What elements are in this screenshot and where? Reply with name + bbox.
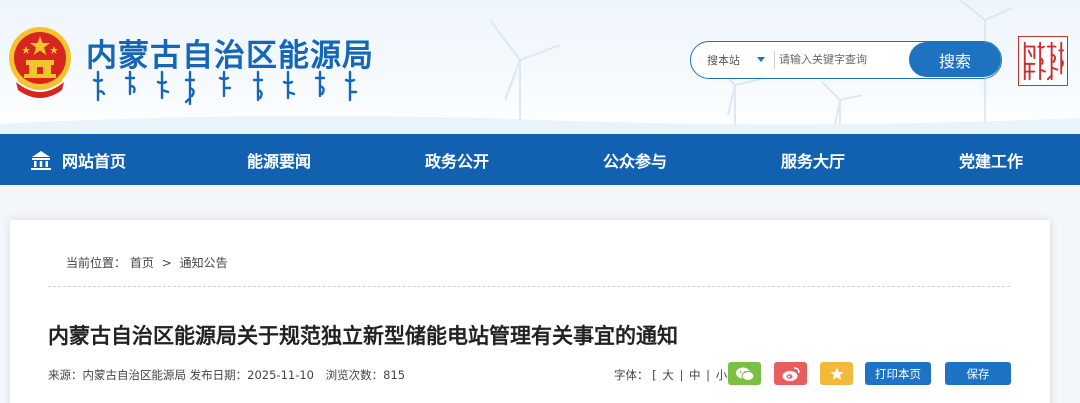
favorite-star-icon	[829, 367, 844, 380]
favorite-button[interactable]	[820, 362, 853, 385]
article-meta: 来源：内蒙古自治区能源局 发布日期：2025-11-10 浏览次数：815	[48, 367, 405, 383]
font-size-sep: |	[706, 368, 711, 382]
nav-item-home[interactable]: 网站首页	[30, 134, 126, 185]
breadcrumb: 当前位置： 首页 > 通知公告	[66, 254, 228, 271]
views-label: 浏览次数：	[325, 368, 384, 382]
date-label: 发布日期：	[189, 368, 248, 382]
save-button[interactable]: 保存	[945, 362, 1011, 385]
nav-item-label: 网站首页	[62, 151, 127, 171]
search-input[interactable]	[779, 42, 909, 77]
search-button[interactable]: 搜索	[909, 42, 1001, 77]
nav-item-public-participation[interactable]: 公众参与	[603, 134, 667, 185]
home-icon	[31, 150, 51, 170]
search-divider	[774, 51, 775, 69]
main-nav: 网站首页 能源要闻 政务公开 公众参与 服务大厅 党建工作	[0, 134, 1080, 185]
nav-item-label: 能源要闻	[247, 151, 312, 171]
date-value: 2025-11-10	[247, 368, 314, 382]
print-page-button[interactable]: 打印本页	[865, 362, 931, 385]
nav-item-label: 党建工作	[959, 151, 1024, 171]
font-size-small-link[interactable]: 小	[716, 368, 728, 382]
share-wechat-button[interactable]	[728, 362, 761, 385]
caret-down-icon[interactable]	[757, 57, 765, 62]
article-title: 内蒙古自治区能源局关于规范独立新型储能电站管理有关事宜的通知	[48, 324, 678, 348]
font-size-medium-link[interactable]: 中	[689, 368, 701, 382]
nav-item-energy-news[interactable]: 能源要闻	[247, 134, 311, 185]
search-box: 搜本站 搜索	[690, 41, 1002, 79]
nav-item-label: 政务公开	[425, 151, 490, 171]
national-emblem-icon	[9, 27, 71, 98]
font-size-large-link[interactable]: 大	[662, 368, 674, 382]
article-card: 当前位置： 首页 > 通知公告 内蒙古自治区能源局关于规范独立新型储能电站管理有…	[10, 220, 1050, 403]
font-size-open: [	[652, 368, 657, 382]
views-value: 815	[383, 368, 406, 382]
source-label: 来源：	[48, 368, 83, 382]
site-title: 内蒙古自治区能源局	[86, 38, 374, 74]
nav-item-service-hall[interactable]: 服务大厅	[781, 134, 845, 185]
nav-item-label: 公众参与	[603, 151, 668, 171]
nav-item-government-affairs[interactable]: 政务公开	[425, 134, 489, 185]
breadcrumb-prefix: 当前位置：	[66, 256, 127, 270]
breadcrumb-notices-link[interactable]: 通知公告	[180, 256, 228, 270]
search-scope-label: 搜本站	[707, 53, 740, 67]
share-weibo-button[interactable]	[774, 362, 807, 385]
breadcrumb-separator: >	[161, 256, 172, 270]
mongolian-script-logo	[92, 70, 358, 106]
source-value: 内蒙古自治区能源局	[82, 368, 187, 382]
divider	[48, 286, 1010, 287]
nav-item-party-building[interactable]: 党建工作	[959, 134, 1023, 185]
weibo-icon	[782, 366, 800, 381]
font-size-control: 字体： [ 大 | 中 | 小 ]	[614, 367, 737, 383]
site-header: 内蒙古自治区能源局 搜本站 搜索	[0, 0, 1080, 134]
wechat-icon	[735, 367, 754, 381]
font-size-label: 字体：	[614, 368, 649, 382]
breadcrumb-home-link[interactable]: 首页	[130, 256, 154, 270]
nav-item-label: 服务大厅	[781, 151, 846, 171]
font-size-sep: |	[679, 368, 684, 382]
seal-logo	[1018, 36, 1068, 86]
